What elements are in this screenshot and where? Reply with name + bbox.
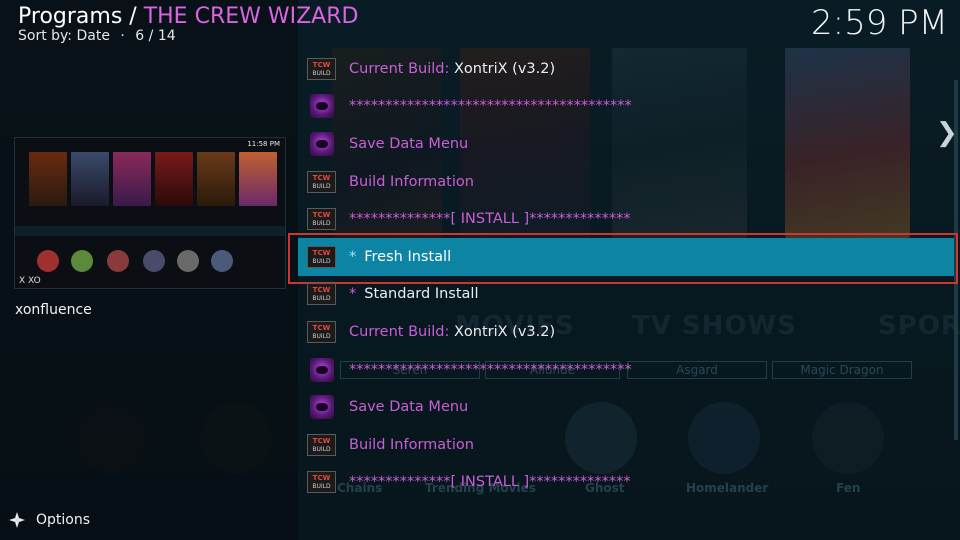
thumb-poster: [71, 152, 109, 206]
list-item-text: * Fresh Install: [349, 249, 451, 265]
thumb-icon: [177, 250, 199, 272]
build-logo-icon: TCW BUILD: [307, 243, 336, 270]
list-item[interactable]: TCW BUILD **************[ INSTALL ]*******…: [298, 200, 954, 238]
list-item-text: ***************************************: [349, 362, 632, 378]
thumb-label: X XO: [19, 276, 41, 286]
list-item[interactable]: Save Data Menu: [298, 388, 954, 426]
thumb-icon: [107, 250, 129, 272]
breadcrumb-plugin: THE CREW WIZARD: [143, 4, 359, 29]
list-item-value: XontriX (v3.2): [453, 323, 556, 340]
options-label: Options: [36, 512, 91, 528]
list-item-label: Fresh Install: [364, 248, 452, 265]
list-item-label: **************[ INSTALL ]**************: [349, 211, 631, 228]
list-item-text: Save Data Menu: [349, 399, 468, 415]
list-item[interactable]: Save Data Menu: [298, 125, 954, 163]
list-item-label: Current Build:: [349, 323, 454, 340]
build-logo-icon: TCW BUILD: [307, 318, 336, 345]
list-item-label: **************[ INSTALL ]**************: [349, 474, 631, 491]
list-item-label: Save Data Menu: [349, 135, 469, 152]
thumb-icon: [211, 250, 233, 272]
clock: 2:59 PM: [811, 3, 948, 43]
thumb-poster: [113, 152, 151, 206]
eye-logo-icon: [307, 394, 336, 421]
list-item-label: Save Data Menu: [349, 399, 469, 416]
thumb-icon: [71, 250, 93, 272]
list-item-text: Current Build: XontriX (v3.2): [349, 324, 555, 340]
list-item-value: XontriX (v3.2): [453, 60, 556, 77]
skin-preview-thumbnail: 11:58 PM X XO: [14, 137, 286, 289]
eye-logo-icon: [307, 356, 336, 383]
eye-logo-icon: [307, 130, 336, 157]
list-item-text: **************[ INSTALL ]**************: [349, 474, 631, 490]
thumb-poster: [29, 152, 67, 206]
list-item-text: * Standard Install: [349, 286, 478, 302]
thumb-icon: [143, 250, 165, 272]
thumb-poster: [197, 152, 235, 206]
list-item[interactable]: TCW BUILD * Standard Install: [298, 276, 954, 314]
list-item[interactable]: TCW BUILD Build Information: [298, 426, 954, 464]
options-icon: [9, 512, 25, 528]
build-logo-icon: TCW BUILD: [307, 168, 336, 195]
list-item[interactable]: TCW BUILD Build Information: [298, 163, 954, 201]
breadcrumb-separator: /: [122, 4, 144, 29]
list-item-text: Build Information: [349, 437, 474, 453]
list-item-text: Save Data Menu: [349, 136, 468, 152]
sort-status: Sort by: Date · 6 / 14: [18, 28, 176, 44]
list-item-text: **************[ INSTALL ]**************: [349, 211, 631, 227]
breadcrumb: Programs / THE CREW WIZARD: [18, 4, 358, 29]
list-item-label: Build Information: [349, 436, 474, 453]
list-item-label: Standard Install: [364, 286, 479, 303]
wizard-menu-list: TCW BUILD Current Build: XontriX (v3.2) ***…: [288, 50, 958, 502]
sort-label: Sort by: Date: [18, 28, 110, 44]
build-logo-icon: TCW BUILD: [307, 431, 336, 458]
list-item[interactable]: ***************************************: [298, 351, 954, 389]
list-item-label: Build Information: [349, 173, 474, 190]
list-item-selected[interactable]: TCW BUILD * Fresh Install: [288, 233, 958, 284]
build-logo-icon: TCW BUILD: [307, 55, 336, 82]
build-logo-icon: TCW BUILD: [307, 281, 336, 308]
bullet-star: *: [349, 286, 357, 303]
list-item-label: ***************************************: [349, 98, 632, 115]
bullet-star: *: [349, 248, 357, 265]
list-item-label: ***************************************: [349, 361, 632, 378]
item-position: 6 / 14: [135, 28, 176, 44]
list-item[interactable]: TCW BUILD Current Build: XontriX (v3.2): [298, 313, 954, 351]
list-item[interactable]: TCW BUILD **************[ INSTALL ]*******…: [298, 464, 954, 502]
build-logo-icon: TCW BUILD: [307, 469, 336, 496]
list-item-text: ***************************************: [349, 98, 632, 114]
thumb-poster: [155, 152, 193, 206]
list-item-text: Build Information: [349, 174, 474, 190]
list-item-text: Current Build: XontriX (v3.2): [349, 61, 555, 77]
thumb-poster: [239, 152, 277, 206]
thumb-time: 11:58 PM: [247, 140, 280, 148]
build-logo-icon: TCW BUILD: [307, 206, 336, 233]
skin-name: xonfluence: [15, 302, 92, 318]
list-item-label: Current Build:: [349, 60, 454, 77]
list-item[interactable]: ***************************************: [298, 88, 954, 126]
separator-dot: ·: [120, 28, 125, 44]
breadcrumb-section: Programs: [18, 4, 123, 29]
thumb-menu-bar: [15, 226, 285, 236]
thumb-icon: [37, 250, 59, 272]
list-item[interactable]: TCW BUILD Current Build: XontriX (v3.2): [298, 50, 954, 88]
options-button[interactable]: Options: [8, 511, 90, 529]
eye-logo-icon: [307, 93, 336, 120]
